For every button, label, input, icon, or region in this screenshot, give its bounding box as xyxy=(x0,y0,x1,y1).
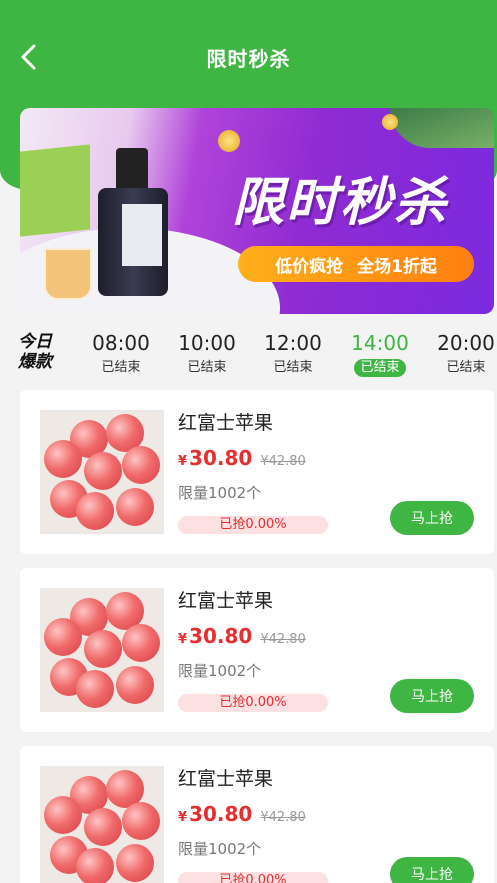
slot-state: 已结束 xyxy=(101,360,141,375)
banner-tea-cup xyxy=(44,248,92,300)
original-price: ¥42.80 xyxy=(260,632,306,647)
product-price: ¥30.80 xyxy=(178,802,253,826)
product-price: ¥30.80 xyxy=(178,446,253,470)
buy-now-button[interactable]: 马上抢 xyxy=(390,857,474,883)
buy-now-button[interactable]: 马上抢 xyxy=(390,679,474,713)
time-slot-bar: 今日 爆款 08:00 已结束 10:00 已结束 12:00 已结束 14:0… xyxy=(0,326,497,382)
sold-progress: 已抢0.00% xyxy=(178,516,328,534)
product-image xyxy=(40,766,164,883)
banner-bottle-label xyxy=(122,204,162,266)
banner-headline: 限时秒杀 xyxy=(232,173,449,233)
original-price: ¥42.80 xyxy=(260,810,306,825)
product-card[interactable]: 红富士苹果 ¥30.80 ¥42.80 限量1002个 已抢0.00% 马上抢 xyxy=(20,746,494,883)
today-line1: 今日 xyxy=(18,332,52,352)
price-row: ¥30.80 ¥42.80 xyxy=(178,802,306,826)
slot-state: 已结束 xyxy=(354,359,406,377)
price-row: ¥30.80 ¥42.80 xyxy=(178,446,306,470)
slot-time: 20:00 xyxy=(437,331,495,355)
product-card[interactable]: 红富士苹果 ¥30.80 ¥42.80 限量1002个 已抢0.00% 马上抢 xyxy=(20,568,494,732)
time-slot[interactable]: 12:00 已结束 xyxy=(253,330,333,377)
today-line2: 爆款 xyxy=(18,352,52,372)
product-card[interactable]: 红富士苹果 ¥30.80 ¥42.80 限量1002个 已抢0.00% 马上抢 xyxy=(20,390,494,554)
product-image xyxy=(40,588,164,712)
time-slot[interactable]: 20:00 已结束 xyxy=(426,330,497,377)
stock-limit: 限量1002个 xyxy=(178,484,262,502)
app-header: 限时秒杀 xyxy=(0,30,497,84)
back-button[interactable] xyxy=(14,42,44,72)
slot-state: 已结束 xyxy=(273,360,313,375)
banner-tag-right: 全场1折起 xyxy=(357,256,437,277)
buy-now-button[interactable]: 马上抢 xyxy=(390,501,474,535)
original-price: ¥42.80 xyxy=(260,454,306,469)
stock-limit: 限量1002个 xyxy=(178,662,262,680)
time-slot[interactable]: 10:00 已结束 xyxy=(167,330,247,377)
product-price: ¥30.80 xyxy=(178,624,253,648)
banner-leaf xyxy=(390,108,494,148)
product-name: 红富士苹果 xyxy=(178,768,274,790)
product-image xyxy=(40,410,164,534)
sold-progress: 已抢0.00% xyxy=(178,872,328,883)
promo-banner[interactable]: 限时秒杀 低价疯抢 全场1折起 xyxy=(20,108,494,314)
time-slot[interactable]: 08:00 已结束 xyxy=(81,330,161,377)
banner-tag: 低价疯抢 全场1折起 xyxy=(238,246,474,282)
product-name: 红富士苹果 xyxy=(178,590,274,612)
slot-time: 14:00 xyxy=(351,331,409,355)
stock-limit: 限量1002个 xyxy=(178,840,262,858)
sold-progress: 已抢0.00% xyxy=(178,694,328,712)
slot-state: 已结束 xyxy=(187,360,227,375)
banner-tissue-box xyxy=(20,144,90,237)
time-slot-active[interactable]: 14:00 已结束 xyxy=(340,330,420,377)
product-name: 红富士苹果 xyxy=(178,412,274,434)
chevron-left-icon xyxy=(21,44,36,70)
price-row: ¥30.80 ¥42.80 xyxy=(178,624,306,648)
today-hot-label: 今日 爆款 xyxy=(18,332,62,372)
banner-coin xyxy=(382,114,398,130)
banner-coin xyxy=(218,130,240,152)
slot-time: 10:00 xyxy=(178,331,236,355)
page-title: 限时秒杀 xyxy=(206,46,291,71)
banner-tag-left: 低价疯抢 xyxy=(275,256,344,277)
slot-time: 08:00 xyxy=(92,331,150,355)
slot-time: 12:00 xyxy=(264,331,322,355)
slot-state: 已结束 xyxy=(446,360,486,375)
